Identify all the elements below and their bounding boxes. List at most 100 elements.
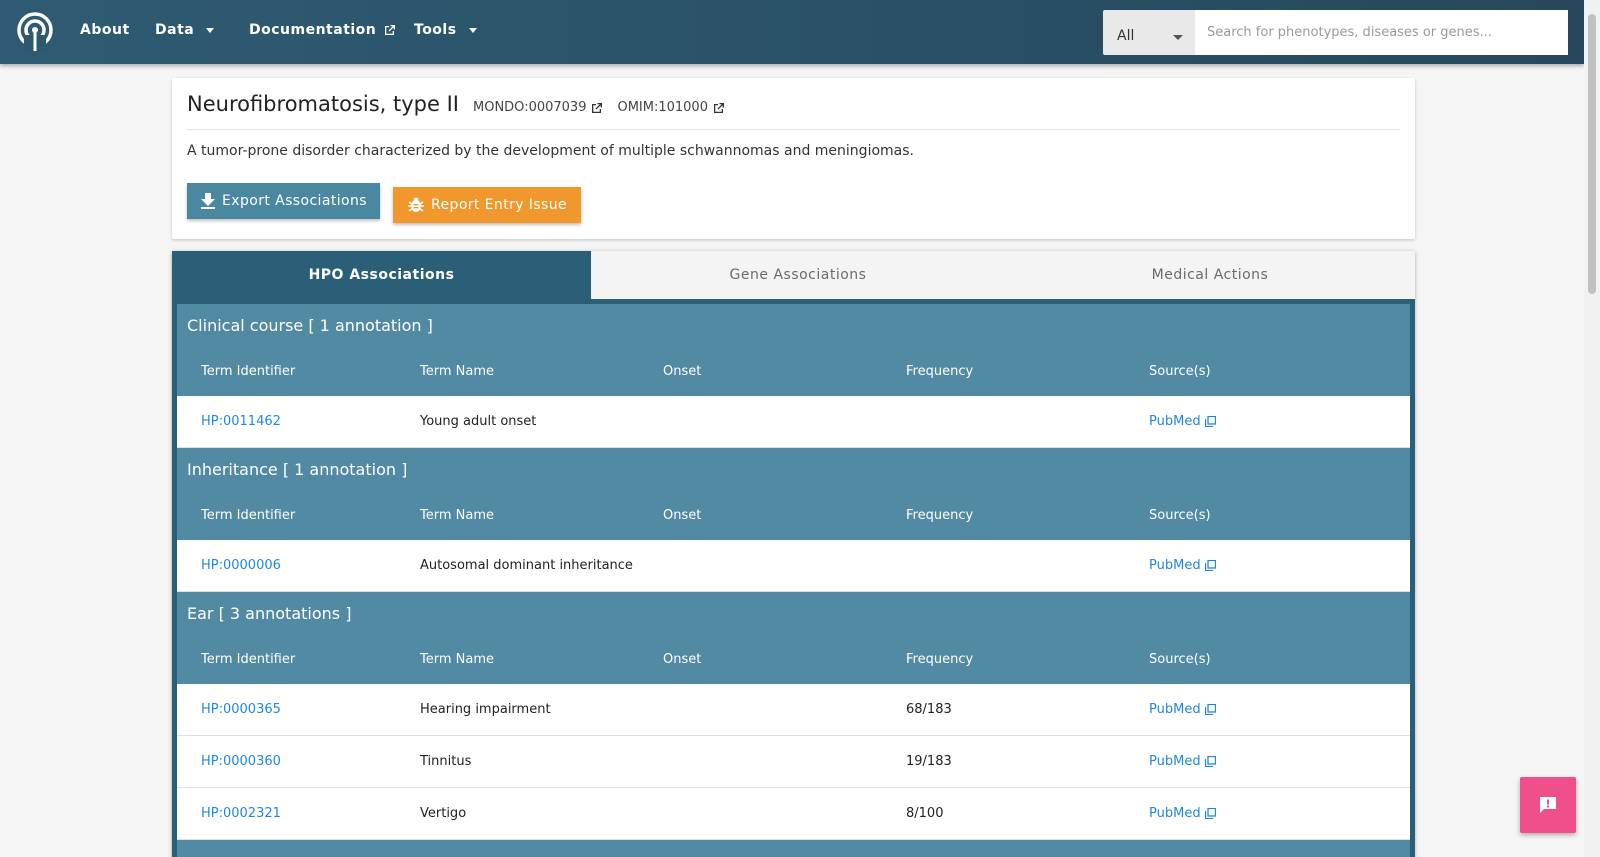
feedback-icon: [1540, 797, 1556, 813]
report-entry-issue-button[interactable]: Report Entry Issue: [393, 187, 581, 223]
column-header: Source(s): [1149, 507, 1211, 523]
tab-label: HPO Associations: [308, 267, 455, 283]
section-title: Clinical course [ 1 annotation ]: [187, 315, 433, 335]
export-button-label: Export Associations: [222, 193, 367, 209]
external-link-icon: [592, 102, 603, 113]
tab-hpo-associations[interactable]: HPO Associations: [172, 251, 591, 299]
pubmed-link[interactable]: PubMed: [1149, 702, 1216, 717]
pubmed-link[interactable]: PubMed: [1149, 806, 1216, 821]
column-header: Onset: [663, 363, 702, 379]
page-title: Neurofibromatosis, type II: [187, 92, 459, 116]
search-input[interactable]: [1195, 10, 1568, 55]
nav-tools[interactable]: Tools: [414, 22, 477, 38]
pubmed-link[interactable]: PubMed: [1149, 754, 1216, 769]
omim-xref-link[interactable]: OMIM:101000: [617, 100, 725, 115]
column-header: Term Name: [420, 507, 494, 523]
nav-about[interactable]: About: [80, 22, 130, 38]
hpo-associations-content: Clinical course [ 1 annotation ] Term Id…: [177, 304, 1410, 857]
section-title: Ear [ 3 annotations ]: [187, 603, 352, 623]
column-header: Term Identifier: [201, 363, 296, 379]
column-header: Frequency: [906, 651, 974, 667]
column-header: Term Name: [420, 651, 494, 667]
column-header: Onset: [663, 507, 702, 523]
term-name: Vertigo: [420, 806, 467, 821]
annotation-section-partial: [177, 840, 1410, 857]
mondo-xref-link[interactable]: MONDO:0007039: [473, 100, 603, 115]
open-in-new-icon: [1204, 704, 1216, 715]
term-name: Young adult onset: [420, 414, 537, 429]
disease-header-card: Neurofibromatosis, type II MONDO:0007039…: [172, 78, 1415, 239]
column-header: Source(s): [1149, 363, 1211, 379]
associations-card: HPO Associations Gene Associations Medic…: [172, 251, 1415, 857]
term-name: Hearing impairment: [420, 702, 551, 717]
table-row: HP:0002321 Vertigo 8/100 PubMed: [177, 788, 1410, 840]
column-header: Term Identifier: [201, 651, 296, 667]
section-title: Inheritance [ 1 annotation ]: [187, 459, 408, 479]
term-id-link[interactable]: HP:0002321: [201, 806, 281, 821]
open-in-new-icon: [1204, 416, 1216, 427]
search-category-select[interactable]: All: [1103, 10, 1195, 55]
table-header: Term Identifier Term Name Onset Frequenc…: [177, 490, 1410, 540]
page-scrollbar[interactable]: [1584, 0, 1600, 857]
table-row: HP:0000006 Autosomal dominant inheritanc…: [177, 540, 1410, 592]
download-icon: [201, 193, 216, 209]
column-header: Onset: [663, 651, 702, 667]
tab-medical-actions[interactable]: Medical Actions: [1005, 251, 1415, 299]
report-button-label: Report Entry Issue: [431, 197, 567, 213]
open-in-new-icon: [1204, 756, 1216, 767]
top-navbar: About Data Documentation Tools All: [0, 0, 1584, 64]
annotation-section: Clinical course [ 1 annotation ] Term Id…: [177, 304, 1410, 396]
term-id-link[interactable]: HP:0000006: [201, 558, 281, 573]
nav-documentation[interactable]: Documentation: [249, 22, 396, 38]
nav-tools-label: Tools: [414, 22, 457, 38]
pubmed-link[interactable]: PubMed: [1149, 414, 1216, 429]
table-header: Term Identifier Term Name Onset Frequenc…: [177, 634, 1410, 684]
open-in-new-icon: [1204, 560, 1216, 571]
logo-icon[interactable]: [14, 11, 56, 53]
tab-label: Medical Actions: [1151, 267, 1269, 283]
nav-data[interactable]: Data: [155, 22, 215, 38]
source-label: PubMed: [1149, 414, 1201, 429]
term-id-link[interactable]: HP:0011462: [201, 414, 281, 429]
term-name: Autosomal dominant inheritance: [420, 558, 633, 573]
frequency: 68/183: [906, 702, 952, 717]
disease-description: A tumor-prone disorder characterized by …: [187, 143, 914, 159]
annotation-section: Inheritance [ 1 annotation ] Term Identi…: [177, 448, 1410, 540]
tab-gene-associations[interactable]: Gene Associations: [591, 251, 1005, 299]
source-label: PubMed: [1149, 558, 1201, 573]
tab-label: Gene Associations: [729, 267, 867, 283]
frequency: 19/183: [906, 754, 952, 769]
nav-about-label: About: [80, 22, 130, 38]
column-header: Term Name: [420, 363, 494, 379]
chevron-down-icon: [468, 27, 477, 33]
term-name: Tinnitus: [420, 754, 472, 769]
export-associations-button[interactable]: Export Associations: [187, 183, 380, 219]
annotation-section: Ear [ 3 annotations ] Term Identifier Te…: [177, 592, 1410, 684]
divider: [187, 129, 1400, 130]
table-row: HP:0011462 Young adult onset PubMed: [177, 396, 1410, 448]
column-header: Frequency: [906, 507, 974, 523]
search-category-value: All: [1117, 28, 1135, 44]
bug-icon: [408, 197, 425, 212]
chevron-down-icon: [1173, 35, 1183, 40]
omim-xref-label: OMIM:101000: [617, 100, 708, 115]
feedback-button[interactable]: [1520, 777, 1576, 833]
table-row: HP:0000365 Hearing impairment 68/183 Pub…: [177, 684, 1410, 736]
open-in-new-icon: [1204, 808, 1216, 819]
tab-bar: HPO Associations Gene Associations Medic…: [172, 251, 1415, 299]
term-id-link[interactable]: HP:0000365: [201, 702, 281, 717]
source-label: PubMed: [1149, 806, 1201, 821]
external-link-icon: [384, 24, 396, 36]
column-header: Frequency: [906, 363, 974, 379]
source-label: PubMed: [1149, 754, 1201, 769]
source-label: PubMed: [1149, 702, 1201, 717]
frequency: 8/100: [906, 806, 944, 821]
pubmed-link[interactable]: PubMed: [1149, 558, 1216, 573]
table-row: HP:0000360 Tinnitus 19/183 PubMed: [177, 736, 1410, 788]
scrollbar-thumb[interactable]: [1588, 14, 1596, 294]
term-id-link[interactable]: HP:0000360: [201, 754, 281, 769]
column-header: Term Identifier: [201, 507, 296, 523]
nav-documentation-label: Documentation: [249, 22, 377, 38]
mondo-xref-label: MONDO:0007039: [473, 100, 587, 115]
nav-data-label: Data: [155, 22, 195, 38]
